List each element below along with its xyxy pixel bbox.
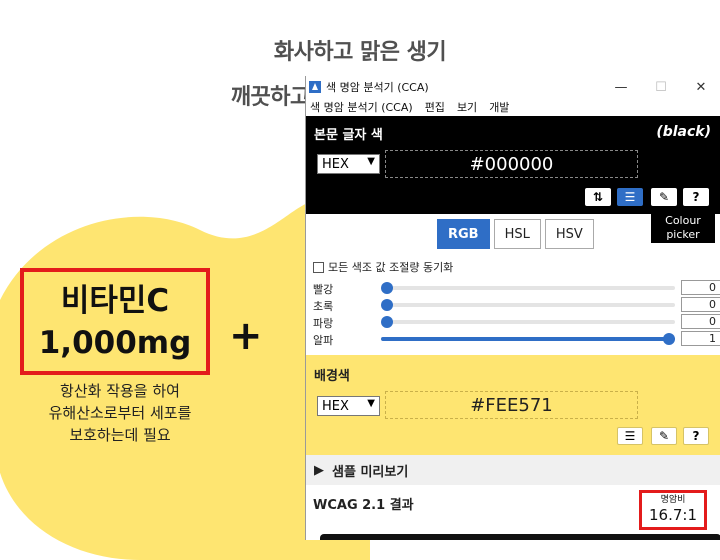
slider-thumb[interactable] bbox=[381, 282, 393, 294]
contrast-ratio-box: 명암비 16.7:1 bbox=[639, 490, 707, 530]
format-value: HEX bbox=[322, 398, 349, 414]
menu-bar: 색 명암 분석기 (CCA) 편집 보기 개발 bbox=[306, 98, 720, 116]
tab-rgb[interactable]: RGB bbox=[437, 219, 490, 249]
tab-hsv[interactable]: HSV bbox=[544, 219, 594, 249]
plus-sign: + bbox=[229, 313, 263, 359]
desc-line: 유해산소로부터 세포를 bbox=[48, 404, 192, 422]
vitamin-highlight-box: 비타민C 1,000mg bbox=[20, 268, 210, 375]
title-bar[interactable]: 색 명암 분석기 (CCA) — ☐ ✕ bbox=[306, 76, 720, 98]
slider-label: 알파 bbox=[313, 334, 334, 347]
slider-track[interactable] bbox=[381, 303, 675, 307]
slider-fill bbox=[381, 337, 675, 341]
slider-label: 빨강 bbox=[313, 283, 334, 296]
eyedropper-icon[interactable]: ✎ bbox=[651, 188, 677, 206]
color-model-tabs: RGB HSL HSV bbox=[437, 219, 594, 249]
foreground-section: 본문 글자 색 (black) HEX ▼ #000000 ⇅ ☰ ✎ ? bbox=[306, 116, 720, 214]
slider-thumb[interactable] bbox=[663, 333, 675, 345]
chevron-down-icon: ▼ bbox=[367, 398, 375, 409]
vitamin-amount: 1,000mg bbox=[38, 324, 192, 361]
sliders-icon[interactable]: ☰ bbox=[617, 188, 643, 206]
vitamin-name: 비타민C bbox=[60, 282, 170, 319]
background-section: 배경색 HEX ▼ #FEE571 ☰ ✎ ? bbox=[306, 355, 720, 455]
foreground-color-name: (black) bbox=[656, 124, 711, 140]
cca-window: 색 명암 분석기 (CCA) — ☐ ✕ 색 명암 분석기 (CCA) 편집 보… bbox=[305, 76, 720, 540]
menu-view[interactable]: 보기 bbox=[457, 99, 477, 115]
help-icon[interactable]: ? bbox=[683, 188, 709, 206]
minimize-button[interactable]: — bbox=[601, 80, 641, 95]
menu-edit[interactable]: 편집 bbox=[425, 99, 445, 115]
slider-red: 빨강 0 bbox=[313, 280, 720, 296]
eyedropper-icon[interactable]: ✎ bbox=[651, 427, 677, 445]
preview-label: 샘플 미리보기 bbox=[332, 464, 409, 480]
tab-hsl[interactable]: HSL bbox=[493, 219, 541, 249]
sync-checkbox-row[interactable]: 모든 색조 값 조절량 동기화 bbox=[313, 259, 453, 275]
headline-line-1: 화사하고 맑은 생기 bbox=[273, 40, 447, 65]
sample-preview-toggle[interactable]: ▶ 샘플 미리보기 bbox=[306, 455, 720, 485]
slider-thumb[interactable] bbox=[381, 299, 393, 311]
foreground-title: 본문 글자 색 bbox=[314, 128, 383, 143]
sync-label: 모든 색조 값 조절량 동기화 bbox=[328, 261, 454, 274]
slider-value-input[interactable]: 0 bbox=[681, 297, 720, 312]
colour-picker-tooltip: Colour picker bbox=[651, 206, 715, 243]
tooltip-line: picker bbox=[666, 228, 700, 241]
maximize-button[interactable]: ☐ bbox=[641, 80, 681, 95]
sync-checkbox[interactable] bbox=[313, 261, 324, 273]
triangle-right-icon: ▶ bbox=[314, 462, 324, 478]
wcag-title: WCAG 2.1 결과 bbox=[313, 498, 414, 513]
slider-thumb[interactable] bbox=[381, 316, 393, 328]
menu-develop[interactable]: 개발 bbox=[489, 99, 509, 115]
background-hex-input[interactable]: #FEE571 bbox=[385, 391, 638, 419]
swap-icon[interactable]: ⇅ bbox=[585, 188, 611, 206]
close-button[interactable]: ✕ bbox=[681, 80, 720, 95]
menu-app[interactable]: 색 명암 분석기 (CCA) bbox=[310, 99, 413, 115]
slider-label: 초록 bbox=[313, 300, 334, 313]
slider-track[interactable] bbox=[381, 320, 675, 324]
help-icon[interactable]: ? bbox=[683, 427, 709, 445]
slider-value-input[interactable]: 1 bbox=[681, 331, 720, 346]
app-icon bbox=[309, 81, 321, 93]
slider-value-input[interactable]: 0 bbox=[681, 314, 720, 329]
tooltip-line: Colour bbox=[665, 214, 701, 227]
window-title: 색 명암 분석기 (CCA) bbox=[326, 81, 429, 94]
ratio-value: 16.7:1 bbox=[649, 506, 697, 524]
background-format-select[interactable]: HEX ▼ bbox=[317, 396, 380, 416]
desc-line: 항산화 작용을 하여 bbox=[60, 382, 180, 400]
foreground-hex-input[interactable]: #000000 bbox=[385, 150, 638, 178]
chevron-down-icon: ▼ bbox=[367, 156, 375, 167]
slider-alpha: 알파 1 bbox=[313, 331, 720, 347]
vitamin-description: 항산화 작용을 하여 유해산소로부터 세포를 보호하는데 필요 bbox=[20, 380, 220, 446]
slider-label: 파랑 bbox=[313, 317, 334, 330]
foreground-format-select[interactable]: HEX ▼ bbox=[317, 154, 380, 174]
result-bar bbox=[320, 534, 720, 540]
desc-line: 보호하는데 필요 bbox=[69, 426, 171, 444]
ratio-label: 명암비 bbox=[660, 495, 686, 505]
slider-value-input[interactable]: 0 bbox=[681, 280, 720, 295]
slider-track[interactable] bbox=[381, 286, 675, 290]
slider-green: 초록 0 bbox=[313, 297, 720, 313]
background-title: 배경색 bbox=[314, 369, 350, 384]
sliders-icon[interactable]: ☰ bbox=[617, 427, 643, 445]
format-value: HEX bbox=[322, 156, 349, 172]
slider-blue: 파랑 0 bbox=[313, 314, 720, 330]
